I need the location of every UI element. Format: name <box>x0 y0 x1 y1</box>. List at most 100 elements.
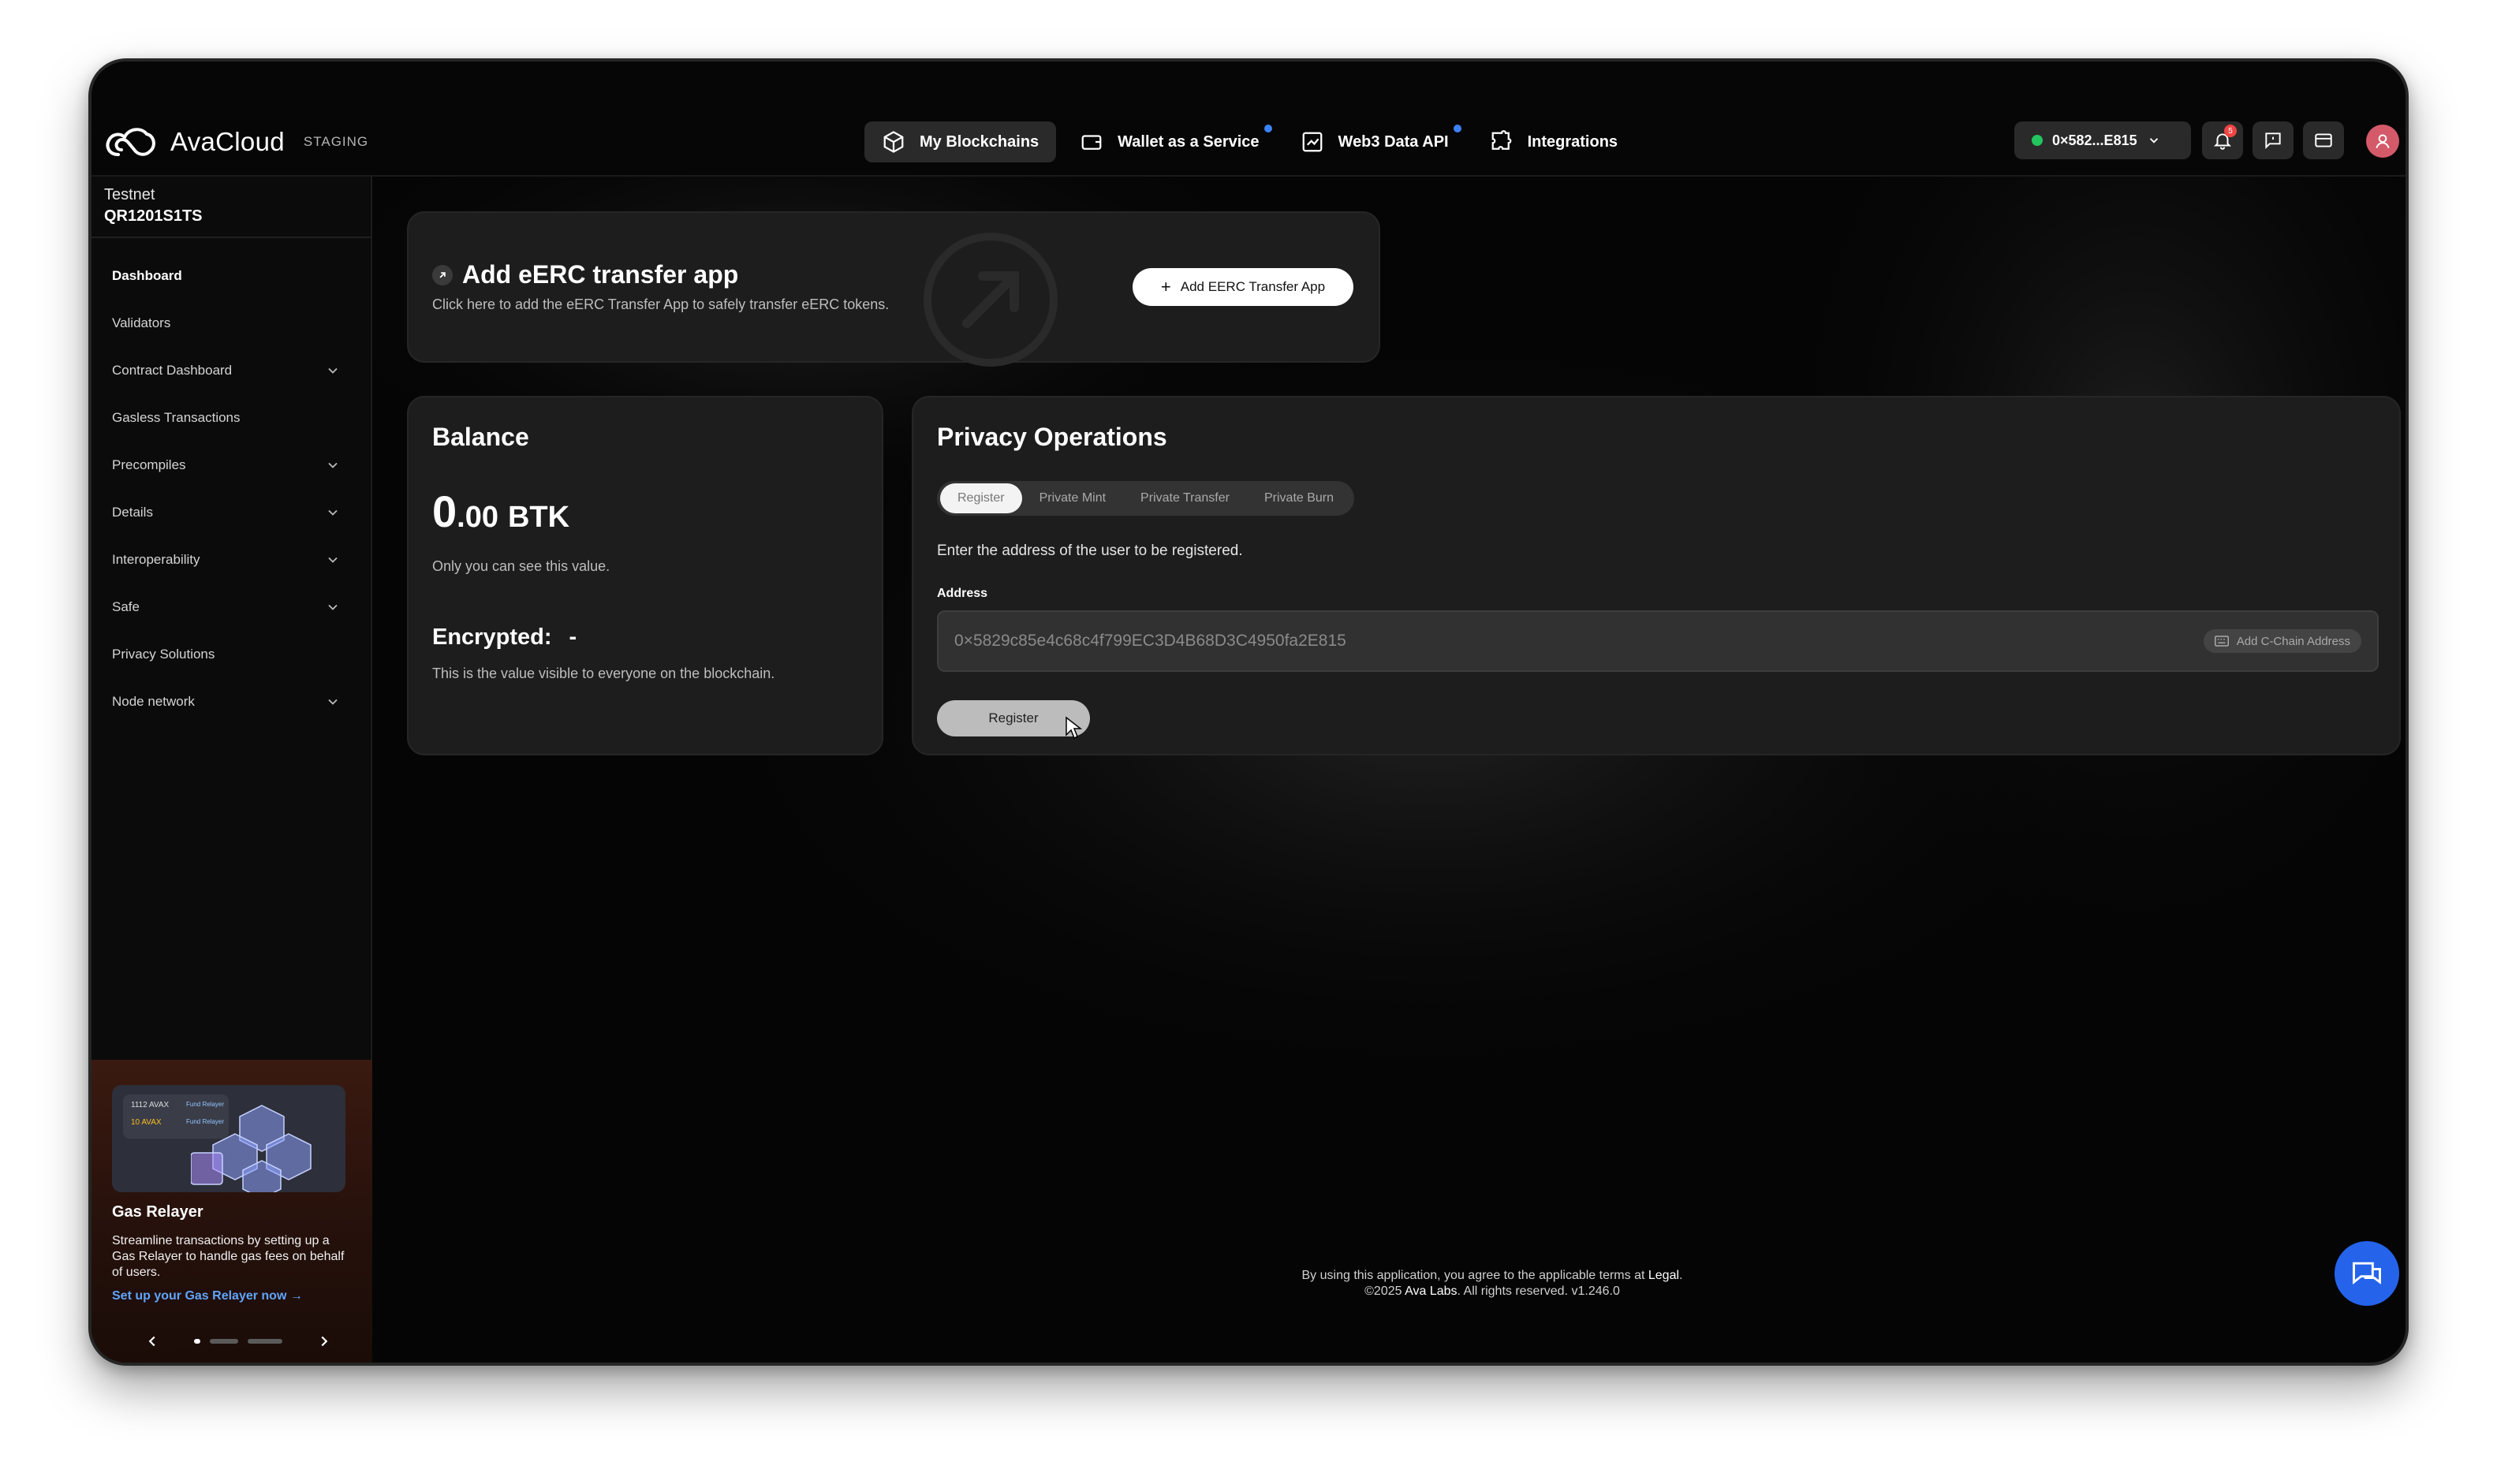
nav-my-blockchains[interactable]: My Blockchains <box>864 121 1057 162</box>
page-footer: By using this application, you agree to … <box>880 1268 2104 1299</box>
sidebar-item-contract-dashboard[interactable]: Contract Dashboard <box>91 347 371 394</box>
external-link-icon <box>432 264 453 285</box>
privacy-title: Privacy Operations <box>937 423 1167 451</box>
nav-label: Web3 Data API <box>1338 132 1449 151</box>
main-nav: My Blockchains Wallet as a Service Web3 … <box>864 121 1635 162</box>
wallet-icon <box>1081 135 1102 150</box>
nav-wallet-as-a-service[interactable]: Wallet as a Service <box>1062 121 1276 162</box>
footer-terms: By using this application, you agree to … <box>1301 1269 1683 1282</box>
balance-title: Balance <box>432 423 529 451</box>
nav-web3-data-api[interactable]: Web3 Data API <box>1283 121 1466 162</box>
nav-label: Wallet as a Service <box>1118 132 1260 151</box>
sidebar-item-label: Privacy Solutions <box>112 647 215 662</box>
address-placeholder: 0×5829c85e4c68c4f799EC3D4B68D3C4950fa2E8… <box>954 632 1346 650</box>
new-dot-indicator <box>1263 125 1272 132</box>
sidebar: Testnet QR1201S1TS Dashboard Validators … <box>91 177 372 1363</box>
encrypted-label: Encrypted: <box>432 625 552 650</box>
privacy-tabs: Register Private Mint Private Transfer P… <box>937 481 1355 516</box>
balance-card: Balance 0 .00 BTK Only you can see this … <box>407 396 883 755</box>
pager-dot[interactable] <box>248 1339 282 1344</box>
encrypted-note: This is the value visible to everyone on… <box>432 666 775 681</box>
company-link[interactable]: Ava Labs <box>1405 1285 1457 1298</box>
chevron-down-icon <box>2149 138 2158 144</box>
footer-copyright: ©2025 Ava Labs. All rights reserved. v1.… <box>1364 1285 1620 1298</box>
legal-link[interactable]: Legal <box>1648 1269 1679 1282</box>
sidebar-item-label: Validators <box>112 315 171 330</box>
pager-dot-active[interactable] <box>194 1339 200 1344</box>
app-name: AvaCloud <box>170 127 285 156</box>
add-c-chain-address-button[interactable]: Add C-Chain Address <box>2203 629 2361 653</box>
sidebar-item-label: Contract Dashboard <box>112 363 233 378</box>
sidebar-menu: Dashboard Validators Contract Dashboard … <box>91 252 371 725</box>
promo-link[interactable]: Set up your Gas Relayer now → <box>112 1288 333 1304</box>
chevron-down-icon <box>328 462 338 468</box>
billing-button[interactable] <box>2303 121 2344 159</box>
sidebar-item-node-network[interactable]: Node network <box>91 678 371 725</box>
connected-status-dot <box>2032 135 2043 146</box>
address-input[interactable]: 0×5829c85e4c68c4f799EC3D4B68D3C4950fa2E8… <box>937 610 2379 672</box>
notifications-button[interactable]: 5 <box>2202 121 2243 159</box>
arrow-watermark-icon <box>924 233 1058 367</box>
sidebar-item-safe[interactable]: Safe <box>91 584 371 631</box>
tab-private-burn[interactable]: Private Burn <box>1247 483 1351 513</box>
puzzle-icon <box>1491 130 1511 150</box>
feedback-button[interactable] <box>2253 121 2294 159</box>
add-eerc-app-card[interactable]: Add eERC transfer app Click here to add … <box>407 211 1380 367</box>
add-c-chain-label: Add C-Chain Address <box>2236 634 2350 648</box>
chevron-down-icon <box>328 604 338 610</box>
app-window: AvaCloud STAGING My Blockchains Wallet a… <box>88 58 2409 1366</box>
nav-integrations[interactable]: Integrations <box>1472 121 1635 162</box>
brand-logo[interactable]: AvaCloud STAGING <box>104 123 368 161</box>
sidebar-item-details[interactable]: Details <box>91 489 371 536</box>
chevron-down-icon <box>328 509 338 516</box>
sidebar-item-validators[interactable]: Validators <box>91 300 371 347</box>
nav-label: Integrations <box>1527 132 1618 151</box>
top-bar: AvaCloud STAGING My Blockchains Wallet a… <box>91 62 2406 177</box>
user-icon <box>2376 134 2390 148</box>
privacy-operations-card: Privacy Operations Register Private Mint… <box>912 396 2401 755</box>
app-card-title: Add eERC transfer app <box>462 260 739 289</box>
balance-decimal: .00 <box>457 501 498 534</box>
network-selector[interactable]: Testnet QR1201S1TS <box>91 177 371 238</box>
environment-label: STAGING <box>303 134 369 149</box>
chart-icon <box>1302 132 1322 152</box>
address-label: Address <box>937 587 988 600</box>
chain-name: QR1201S1TS <box>104 207 203 225</box>
chat-icon <box>2353 1262 2381 1285</box>
network-name: Testnet <box>104 186 155 203</box>
app-card-subtitle: Click here to add the eERC Transfer App … <box>432 296 890 312</box>
tab-register[interactable]: Register <box>940 483 1022 513</box>
balance-integer: 0 <box>432 487 457 536</box>
sidebar-item-interoperability[interactable]: Interoperability <box>91 536 371 584</box>
tab-private-mint[interactable]: Private Mint <box>1022 483 1123 513</box>
gas-relayer-illustration: 1112 AVAX Fund Relayer 10 AVAX Fund Rela… <box>112 1085 345 1192</box>
pager-dots <box>194 1339 282 1344</box>
pager-dot[interactable] <box>210 1339 238 1344</box>
new-dot-indicator <box>1453 125 1461 132</box>
chevron-left-icon[interactable] <box>144 1333 161 1350</box>
balance-unit: BTK <box>507 501 570 534</box>
promo-description: Streamline transactions by setting up a … <box>112 1234 345 1279</box>
sidebar-item-privacy-solutions[interactable]: Privacy Solutions <box>91 631 371 678</box>
add-eerc-transfer-app-button[interactable]: + Add EERC Transfer App <box>1133 268 1353 306</box>
sidebar-item-gasless-transactions[interactable]: Gasless Transactions <box>91 394 371 442</box>
user-avatar[interactable] <box>2366 125 2399 158</box>
account-address: 0×582...E815 <box>2052 132 2137 148</box>
mouse-cursor-icon <box>1066 716 1082 740</box>
cube-icon <box>883 131 904 153</box>
sidebar-item-label: Dashboard <box>112 268 182 283</box>
illustration-text: 10 AVAX <box>131 1118 162 1127</box>
tab-private-transfer[interactable]: Private Transfer <box>1123 483 1247 513</box>
sidebar-item-dashboard[interactable]: Dashboard <box>91 252 371 300</box>
sidebar-item-label: Interoperability <box>112 552 200 567</box>
sidebar-item-precompiles[interactable]: Precompiles <box>91 442 371 489</box>
sidebar-item-label: Details <box>112 505 153 520</box>
notification-count-badge: 5 <box>2224 125 2237 137</box>
sidebar-item-label: Node network <box>112 694 195 709</box>
support-chat-button[interactable] <box>2335 1241 2399 1306</box>
card-icon <box>2315 133 2332 147</box>
footer-year: ©2025 <box>1364 1285 1402 1298</box>
chevron-right-icon[interactable] <box>315 1333 333 1350</box>
account-selector[interactable]: 0×582...E815 <box>2014 121 2191 159</box>
chevron-down-icon <box>328 557 338 563</box>
